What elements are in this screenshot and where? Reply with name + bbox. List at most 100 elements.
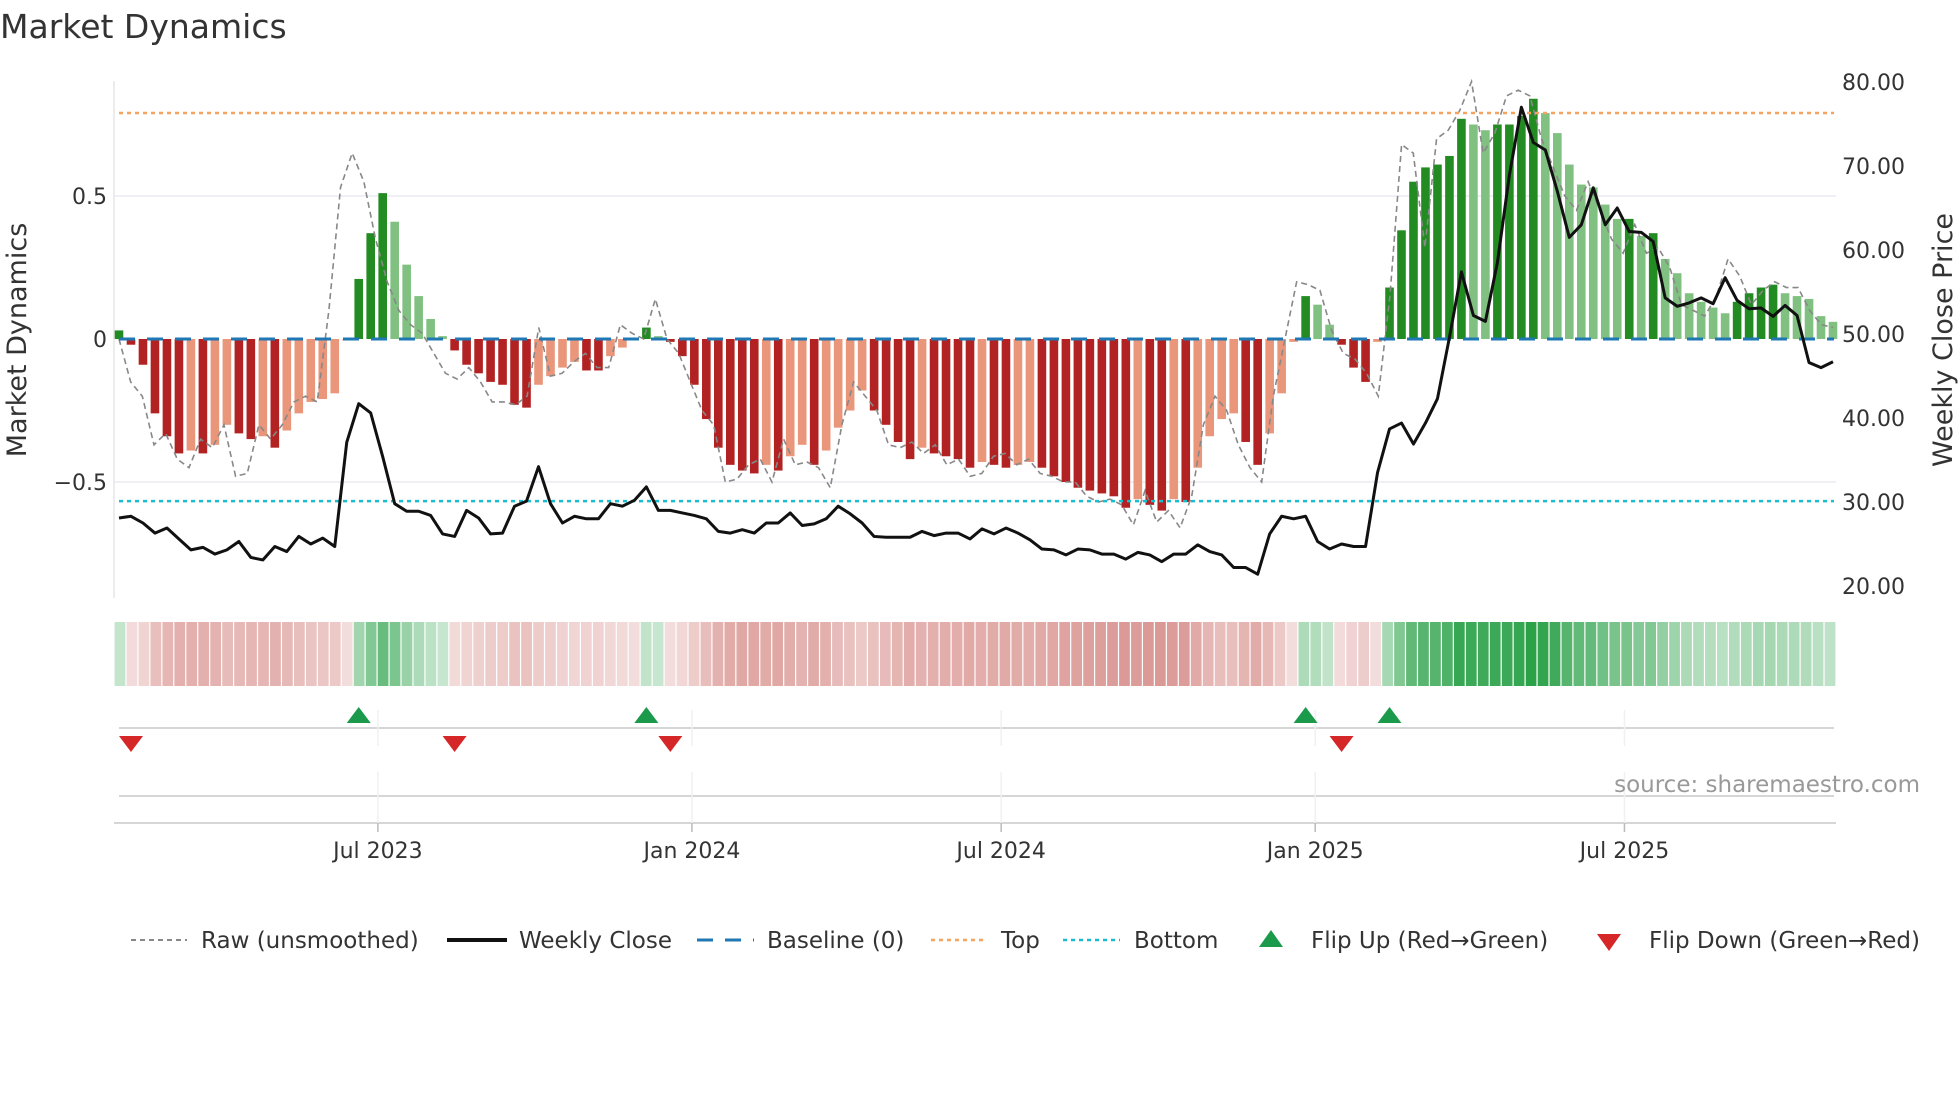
dynamics-bars: [114, 98, 1838, 511]
heatmap-cell: [1166, 622, 1178, 686]
dynamics-bar: [845, 339, 855, 411]
heatmap-cell: [987, 622, 999, 686]
heatmap-cell: [1154, 622, 1166, 686]
dynamics-bar: [1612, 218, 1622, 339]
dynamics-bar: [1780, 293, 1790, 339]
dynamics-bar: [1073, 339, 1083, 488]
legend-baseline-label: Baseline (0): [767, 928, 904, 954]
y-tick-label: 0: [93, 328, 107, 353]
legend-item-bottom: Bottom: [1063, 928, 1218, 954]
dynamics-bar: [1157, 339, 1167, 511]
x-tick-label: Jul 2025: [1578, 839, 1670, 864]
heatmap-cell: [796, 622, 807, 686]
y2-tick-label: 30.00: [1842, 491, 1905, 516]
heatmap-cell: [891, 622, 903, 686]
heatmap-cell: [1477, 622, 1489, 686]
legend-item-close: Weekly Close: [447, 928, 672, 954]
dynamics-bar: [1001, 339, 1011, 468]
heatmap-cell: [401, 622, 413, 686]
heatmap-cell: [389, 622, 401, 686]
dynamics-bar: [1349, 339, 1358, 368]
heatmap-cell: [1752, 622, 1764, 686]
dynamics-bar: [354, 278, 364, 339]
heatmap-cell: [1286, 622, 1298, 686]
heatmap-cell: [1274, 622, 1286, 686]
heatmap-cell: [975, 622, 987, 686]
dynamics-bar: [474, 339, 483, 374]
dynamics-bar: [294, 339, 304, 414]
heatmap-cell: [1489, 622, 1501, 686]
x-tick-label: Jul 2024: [954, 839, 1046, 864]
dynamics-bar: [318, 339, 328, 400]
dynamics-bar: [198, 339, 208, 454]
dynamics-bar: [162, 339, 172, 437]
dynamics-bar: [246, 339, 256, 440]
heatmap-cell: [353, 622, 365, 686]
y2-tick-label: 20.00: [1842, 575, 1905, 600]
heatmap-cell: [425, 622, 437, 686]
dynamics-bar: [761, 339, 771, 465]
dynamics-bar: [702, 339, 711, 420]
dynamics-bar: [258, 339, 268, 437]
flip-down-marker: [118, 736, 143, 752]
dynamics-bar: [450, 339, 459, 351]
heatmap-cell: [736, 622, 748, 686]
dynamics-bar: [929, 339, 939, 454]
heatmap-cell: [999, 622, 1011, 686]
heatmap-cell: [449, 622, 461, 686]
flip-up-icon: [1259, 930, 1283, 947]
legend-item-raw: Raw (unsmoothed): [131, 928, 419, 954]
y2-tick-label: 80.00: [1842, 71, 1905, 96]
heatmap-cell: [592, 622, 604, 686]
dynamics-bar: [833, 339, 843, 428]
flip-up-marker: [346, 707, 371, 723]
dynamics-bar: [138, 339, 148, 365]
dynamics-bar: [809, 339, 819, 465]
dynamics-bar: [510, 339, 519, 405]
heatmap-cell: [604, 622, 616, 686]
raw-line: [118, 78, 1834, 530]
heatmap-cell: [126, 622, 138, 686]
dynamics-bar: [869, 339, 879, 411]
flip-markers-panel: [114, 727, 1836, 824]
heatmap-cell: [305, 622, 317, 686]
heatmap-cell: [234, 622, 245, 686]
heatmap-cell: [138, 622, 150, 686]
dynamics-bar: [1061, 339, 1071, 482]
dynamics-bar: [1732, 301, 1742, 339]
dynamics-bar: [1169, 339, 1179, 500]
dynamics-bar: [725, 339, 735, 465]
heatmap-cell: [963, 622, 975, 686]
heatmap-cell: [1800, 622, 1812, 686]
heatmap-cell: [1441, 622, 1453, 686]
close-series: [118, 105, 1834, 576]
heatmap-cell: [222, 622, 233, 686]
dynamics-bar: [1433, 164, 1442, 339]
dynamics-bar: [1037, 339, 1047, 468]
dynamics-bar: [306, 339, 316, 402]
dynamics-bar: [1133, 339, 1143, 500]
y-tick-label: −0.5: [54, 471, 107, 496]
heatmap-cell: [569, 622, 580, 686]
heatmap-cell: [1705, 622, 1716, 686]
y2-tick-label: 40.00: [1842, 407, 1905, 432]
heatmap-cell: [652, 622, 664, 686]
dynamics-bar: [881, 339, 891, 425]
dynamics-bar: [1121, 339, 1131, 508]
heatmap-cell: [461, 622, 473, 686]
heatmap-cell: [198, 622, 210, 686]
flip-down-marker: [658, 736, 683, 752]
heatmap-cell: [1346, 622, 1358, 686]
heatmap-cell: [1633, 622, 1645, 686]
dynamics-bar: [1421, 167, 1430, 339]
dynamics-bar: [594, 339, 603, 371]
dynamics-bar: [546, 339, 555, 377]
heatmap-cell: [1501, 622, 1513, 686]
heatmap-cell: [282, 622, 293, 686]
y2-tick-label: 50.00: [1842, 323, 1905, 348]
heatmap-cell: [1681, 622, 1692, 686]
dynamics-bar: [1145, 339, 1155, 505]
dynamics-bar: [390, 221, 399, 339]
heatmap-cell: [377, 622, 389, 686]
heatmap-cell: [210, 622, 222, 686]
